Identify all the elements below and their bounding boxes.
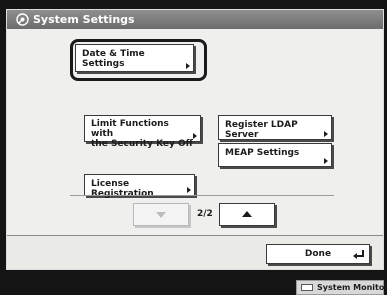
triangle-up-icon: [242, 211, 252, 217]
arrow-right-icon: [187, 187, 191, 193]
license-registration-button[interactable]: License Registration: [84, 174, 195, 199]
meap-settings-button[interactable]: MEAP Settings: [218, 143, 332, 167]
system-monitor-label: System Monitor: [317, 283, 387, 292]
page-up-button[interactable]: [219, 203, 275, 226]
license-registration-label: License Registration: [91, 179, 154, 199]
limit-functions-label: Limit Functions with the Security Key Of…: [91, 119, 193, 149]
limit-functions-button[interactable]: Limit Functions with the Security Key Of…: [84, 115, 201, 149]
register-ldap-server-label: Register LDAP Server: [225, 120, 298, 140]
bottom-bar: Done: [7, 235, 383, 269]
system-monitor-button[interactable]: System Monitor: [296, 280, 387, 295]
title-bar: System Settings: [7, 10, 383, 29]
register-ldap-server-button[interactable]: Register LDAP Server: [218, 115, 332, 140]
page-indicator: 2/2: [197, 209, 213, 219]
arrow-right-icon: [186, 63, 190, 69]
enter-arrow-icon: [353, 250, 364, 259]
arrow-right-icon: [324, 131, 328, 137]
date-time-settings-button[interactable]: Date & Time Settings: [75, 44, 194, 72]
arrow-right-icon: [324, 158, 328, 164]
done-button[interactable]: Done: [266, 244, 370, 264]
separator: [70, 195, 334, 196]
monitor-icon: [301, 284, 313, 291]
wrench-gear-icon: [16, 13, 29, 26]
settings-screen: System Settings Date & Time Settings Lim…: [6, 9, 384, 270]
page-down-button[interactable]: [133, 203, 189, 226]
meap-settings-label: MEAP Settings: [225, 148, 300, 158]
date-time-settings-label: Date & Time Settings: [82, 49, 145, 69]
arrow-right-icon: [193, 133, 197, 139]
triangle-down-icon: [156, 212, 166, 218]
done-label: Done: [304, 249, 332, 259]
window-title: System Settings: [33, 13, 135, 26]
